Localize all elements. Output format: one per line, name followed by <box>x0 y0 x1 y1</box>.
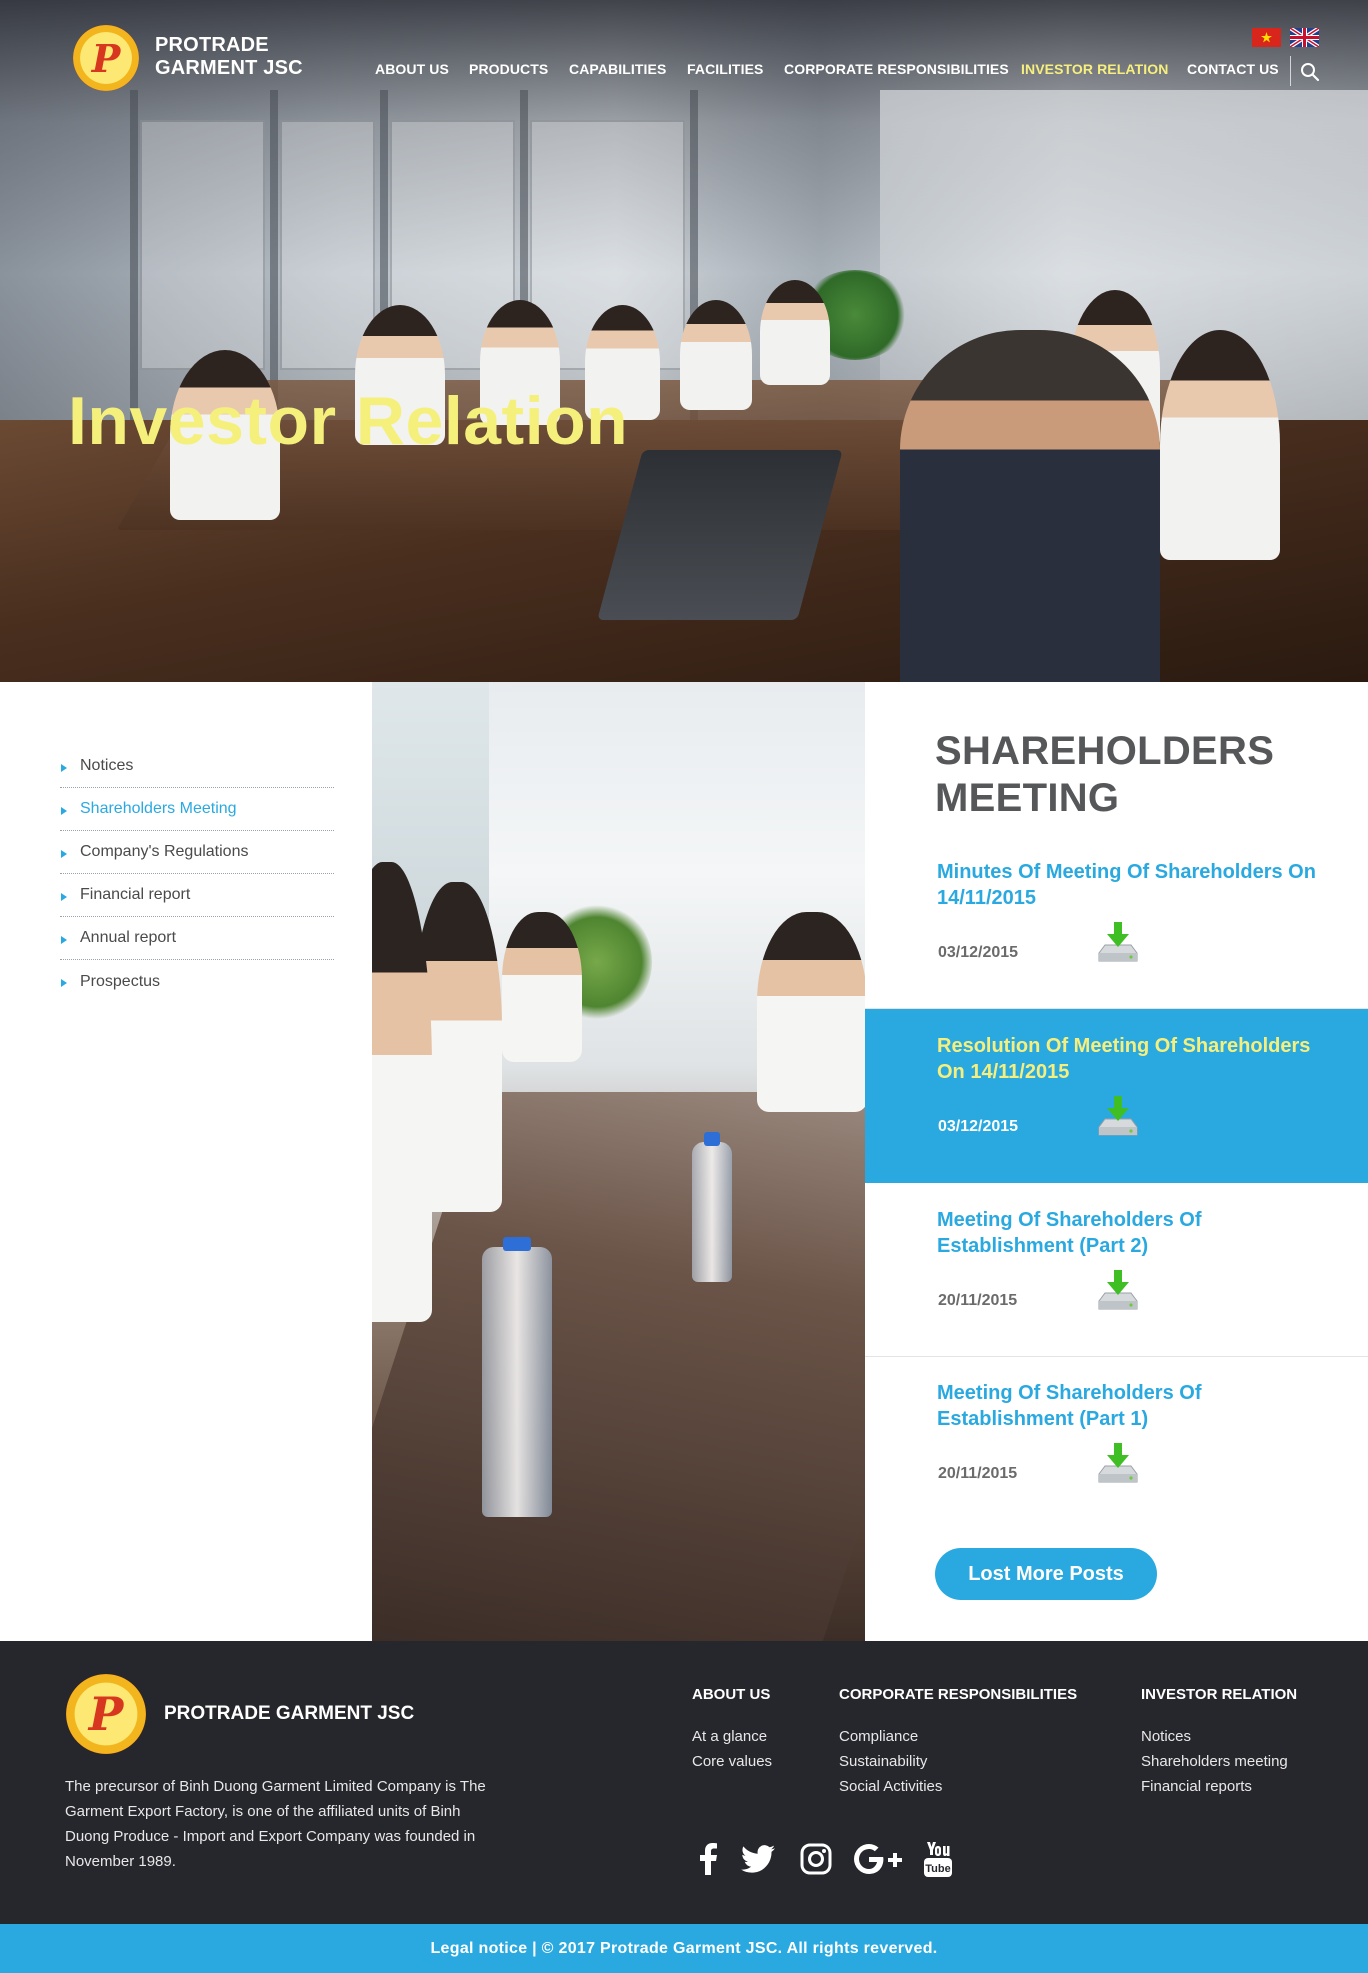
nav-corporate-responsibilities[interactable]: CORPORATE RESPONSIBILITIES <box>784 61 1009 77</box>
hero-photo-detail <box>270 90 278 420</box>
sidebar-nav: Notices Shareholders Meeting Company's R… <box>60 745 334 1003</box>
footer-column-investor: INVESTOR RELATION Notices Shareholders m… <box>1141 1686 1297 1799</box>
post-item-highlighted[interactable]: Resolution Of Meeting Of Shareholders On… <box>865 1009 1368 1183</box>
hero-photo-detail <box>1160 330 1280 560</box>
twitter-icon[interactable] <box>738 1839 778 1879</box>
hero-photo-detail <box>130 90 138 420</box>
photo-detail <box>692 1132 732 1282</box>
vietnam-flag-icon[interactable] <box>1252 28 1281 47</box>
download-icon[interactable] <box>1093 1093 1143 1143</box>
meeting-photo <box>372 682 865 1641</box>
nav-products[interactable]: PRODUCTS <box>469 61 548 77</box>
hero-photo-detail <box>900 330 1160 682</box>
footer-logo[interactable]: P <box>66 1674 146 1754</box>
footer-link[interactable]: Sustainability <box>839 1749 1077 1774</box>
section-title: SHAREHOLDERS MEETING <box>935 729 1275 820</box>
nav-about-us[interactable]: ABOUT US <box>375 61 449 77</box>
sidebar-item-company-regulations[interactable]: Company's Regulations <box>60 831 334 874</box>
nav-divider <box>1290 56 1291 86</box>
google-plus-icon[interactable] <box>852 1839 908 1879</box>
post-title[interactable]: Meeting Of Shareholders Of Establishment… <box>937 1380 1337 1432</box>
post-item[interactable]: Minutes Of Meeting Of Shareholders On 14… <box>865 835 1368 1009</box>
hero-banner <box>0 0 1368 682</box>
search-icon[interactable] <box>1300 62 1320 82</box>
footer-heading: CORPORATE RESPONSIBILITIES <box>839 1686 1078 1703</box>
footer-brand: PROTRADE GARMENT JSC <box>164 1703 415 1724</box>
bullet-arrow-icon <box>61 979 67 987</box>
sidebar-item-annual-report[interactable]: Annual report <box>60 917 334 960</box>
nav-investor-relation[interactable]: INVESTOR RELATION <box>1021 61 1168 77</box>
instagram-icon[interactable] <box>798 1839 834 1879</box>
sidebar-item-label: Financial report <box>80 886 191 903</box>
nav-contact-us[interactable]: CONTACT US <box>1187 61 1279 77</box>
nav-capabilities[interactable]: CAPABILITIES <box>569 61 666 77</box>
footer-heading: ABOUT US <box>692 1686 771 1703</box>
footer-link[interactable]: At a glance <box>692 1724 772 1749</box>
hero-photo-detail <box>760 280 830 385</box>
footer-column-corporate: CORPORATE RESPONSIBILITIES Compliance Su… <box>839 1686 1077 1799</box>
company-logo[interactable]: P <box>73 25 139 91</box>
sidebar-item-label: Shareholders Meeting <box>80 800 237 817</box>
footer-link[interactable]: Financial reports <box>1141 1774 1297 1799</box>
hero-photo-detail <box>280 120 375 370</box>
sidebar-item-label: Company's Regulations <box>80 843 249 860</box>
sidebar-item-notices[interactable]: Notices <box>60 745 334 788</box>
page-title: Investor Relation <box>68 383 629 459</box>
brand-name[interactable]: PROTRADE GARMENT JSC <box>155 34 325 80</box>
footer-link[interactable]: Shareholders meeting <box>1141 1749 1297 1774</box>
bullet-arrow-icon <box>61 893 67 901</box>
post-title[interactable]: Meeting Of Shareholders Of Establishment… <box>937 1207 1337 1259</box>
footer-heading: INVESTOR RELATION <box>1141 1686 1298 1703</box>
post-item[interactable]: Meeting Of Shareholders Of Establishment… <box>865 1183 1368 1357</box>
load-more-button[interactable]: Lost More Posts <box>935 1548 1157 1600</box>
post-date: 20/11/2015 <box>938 1292 1018 1309</box>
download-icon[interactable] <box>1093 919 1143 969</box>
footer-link[interactable]: Core values <box>692 1749 772 1774</box>
sidebar-item-prospectus[interactable]: Prospectus <box>60 960 334 1003</box>
hero-photo-detail <box>680 300 752 410</box>
sidebar-item-financial-report[interactable]: Financial report <box>60 874 334 917</box>
sidebar-item-label: Annual report <box>80 929 177 946</box>
footer-link[interactable]: Social Activities <box>839 1774 1077 1799</box>
site-footer: P PROTRADE GARMENT JSC The precursor of … <box>0 1641 1368 1924</box>
post-date: 20/11/2015 <box>938 1465 1018 1482</box>
hero-photo-detail <box>140 120 265 370</box>
bullet-arrow-icon <box>61 850 67 858</box>
photo-detail <box>502 912 582 1062</box>
download-icon[interactable] <box>1093 1267 1143 1317</box>
bullet-arrow-icon <box>61 936 67 944</box>
bullet-arrow-icon <box>61 807 67 815</box>
post-title[interactable]: Resolution Of Meeting Of Shareholders On… <box>937 1033 1337 1085</box>
post-title[interactable]: Minutes Of Meeting Of Shareholders On 14… <box>937 859 1337 911</box>
photo-detail <box>482 1237 552 1517</box>
post-date: 03/12/2015 <box>938 944 1019 961</box>
svg-text:Tube: Tube <box>925 1863 950 1875</box>
footer-description: The precursor of Binh Duong Garment Limi… <box>65 1778 486 1870</box>
facebook-icon[interactable] <box>690 1839 726 1879</box>
sidebar-item-label: Prospectus <box>80 972 161 990</box>
nav-facilities[interactable]: FACILITIES <box>687 61 763 77</box>
footer-link[interactable]: Notices <box>1141 1724 1297 1749</box>
post-date: 03/12/2015 <box>938 1118 1019 1135</box>
sidebar-item-label: Notices <box>80 757 134 774</box>
footer-link[interactable]: Compliance <box>839 1724 1077 1749</box>
footer-column-about: ABOUT US At a glance Core values <box>692 1686 772 1774</box>
uk-flag-icon[interactable] <box>1290 28 1319 47</box>
post-item[interactable]: Meeting Of Shareholders Of Establishment… <box>865 1356 1368 1530</box>
sidebar-item-shareholders-meeting[interactable]: Shareholders Meeting <box>60 788 334 831</box>
youtube-icon[interactable]: Tube <box>920 1839 956 1879</box>
download-icon[interactable] <box>1093 1440 1143 1490</box>
bullet-arrow-icon <box>61 764 67 772</box>
photo-detail <box>757 912 865 1112</box>
legal-notice: Legal notice | © 2017 Protrade Garment J… <box>0 1924 1368 1973</box>
